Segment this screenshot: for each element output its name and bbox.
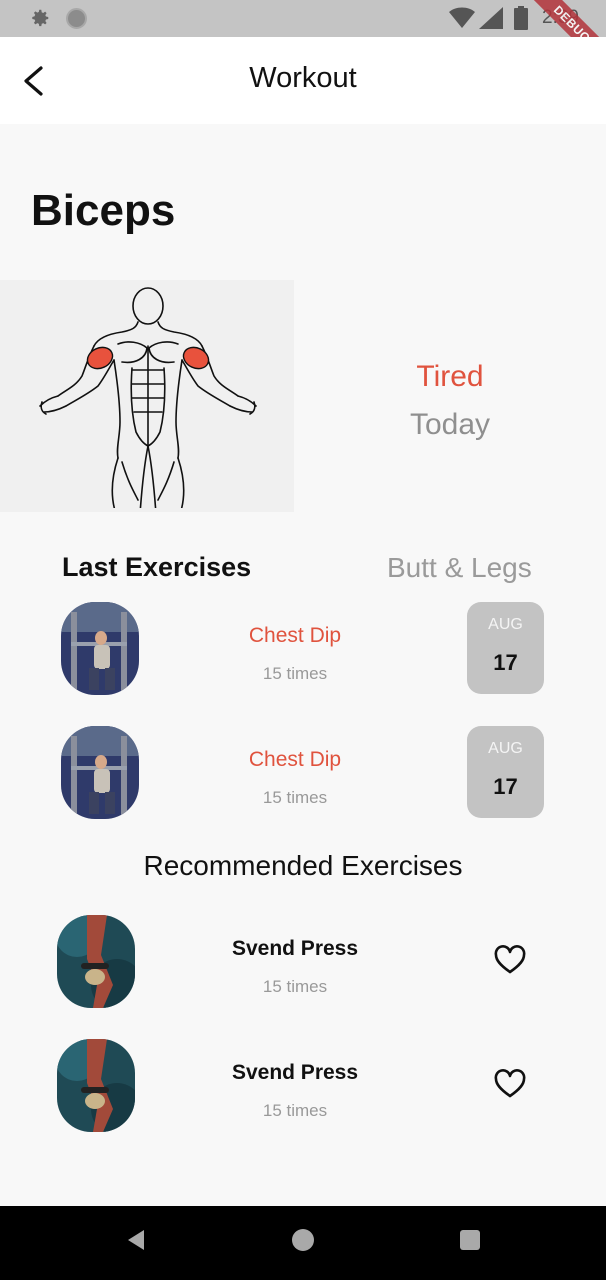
- body-muscle-map-icon: [39, 287, 257, 508]
- muscle-diagram-panel: [0, 280, 294, 512]
- list-item[interactable]: Chest Dip 15 times AUG 17: [0, 602, 606, 698]
- signal-icon: [479, 7, 503, 29]
- exercise-name: Chest Dip: [248, 748, 342, 771]
- heart-outline-icon: [494, 945, 526, 974]
- heart-outline-icon: [494, 1069, 526, 1098]
- date-day: 17: [493, 774, 518, 799]
- app-bar: Workout: [0, 37, 606, 124]
- nav-home-icon[interactable]: [292, 1229, 314, 1251]
- exercise-thumbnail: [57, 915, 135, 1008]
- favorite-button[interactable]: [494, 945, 526, 975]
- exercise-name: Chest Dip: [248, 624, 342, 647]
- app-bar-title: Workout: [249, 62, 357, 94]
- favorite-button[interactable]: [494, 1069, 526, 1099]
- date-badge: AUG 17: [467, 602, 544, 694]
- exercise-thumbnail: [61, 726, 139, 819]
- list-item[interactable]: Chest Dip 15 times AUG 17: [0, 726, 606, 822]
- gear-icon: [32, 9, 49, 27]
- list-item[interactable]: Svend Press 15 times: [0, 1039, 606, 1135]
- butt-legs-link[interactable]: Butt & Legs: [387, 552, 532, 584]
- exercise-count: 15 times: [262, 977, 328, 996]
- date-badge: AUG 17: [467, 726, 544, 818]
- circle-indicator-icon: [66, 8, 87, 29]
- date-day: 17: [493, 650, 518, 675]
- system-nav-bar: [0, 1206, 606, 1280]
- status-bar: 2:39 DEBUG: [0, 0, 606, 74]
- exercise-name: Svend Press: [231, 937, 359, 960]
- last-exercises-heading: Last Exercises: [62, 552, 252, 582]
- muscle-status-date: Today: [409, 408, 491, 441]
- date-month: AUG: [488, 616, 523, 633]
- muscle-status-label: Tired: [416, 360, 484, 393]
- list-item[interactable]: Svend Press 15 times: [0, 915, 606, 1011]
- nav-back-icon[interactable]: [126, 1229, 146, 1251]
- wifi-icon: [449, 7, 475, 28]
- battery-icon: [514, 6, 528, 30]
- exercise-thumbnail: [61, 602, 139, 695]
- exercise-count: 15 times: [262, 664, 328, 683]
- nav-recent-icon[interactable]: [460, 1230, 480, 1250]
- exercise-count: 15 times: [262, 788, 328, 807]
- date-month: AUG: [488, 740, 523, 757]
- exercise-name: Svend Press: [231, 1061, 359, 1084]
- recommended-exercises-heading: Recommended Exercises: [143, 850, 463, 881]
- page-title: Biceps: [31, 186, 176, 235]
- exercise-thumbnail: [57, 1039, 135, 1132]
- exercise-count: 15 times: [262, 1101, 328, 1120]
